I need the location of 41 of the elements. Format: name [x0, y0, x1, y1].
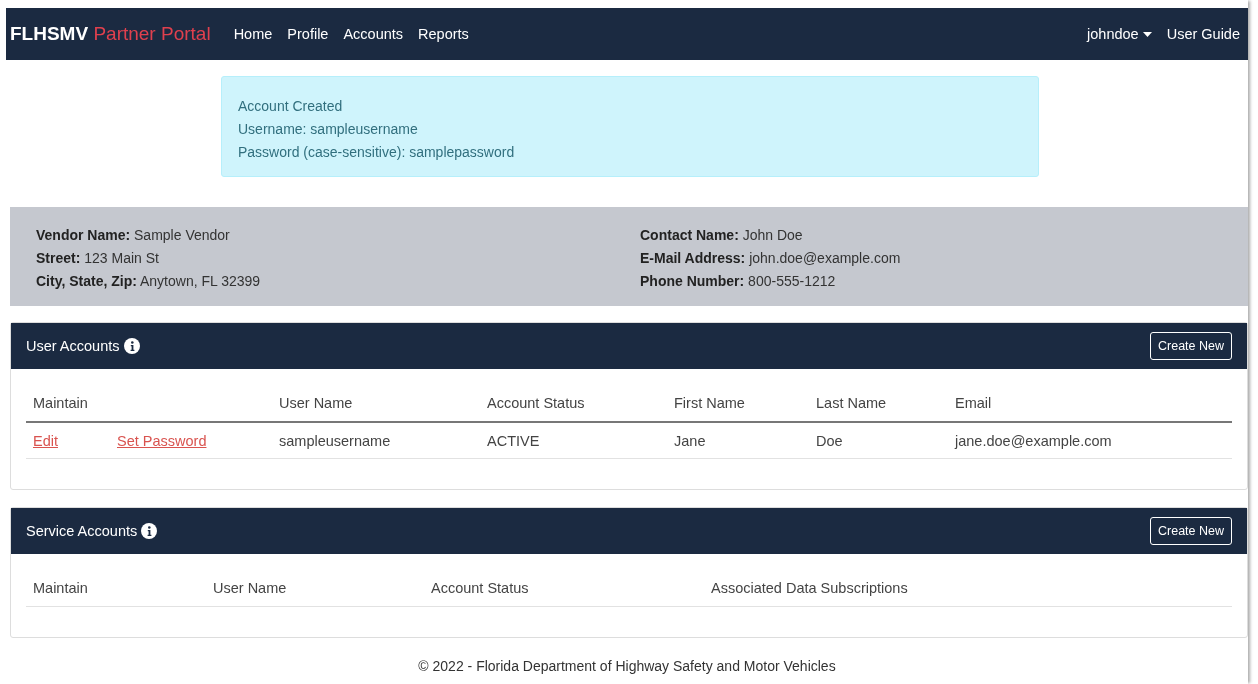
vendor-field: City, State, Zip: Anytown, FL 32399	[36, 270, 640, 293]
alert-text: Username: sampleusername	[238, 120, 419, 139]
vendor-field: Street: 123 Main St	[36, 247, 640, 270]
column-header: Maintain	[33, 395, 89, 411]
column-header: Last Name	[816, 395, 888, 411]
action-link[interactable]: Edit	[33, 433, 58, 449]
table-cell-text: Doe	[816, 433, 844, 449]
column-header: Email	[955, 395, 993, 411]
user-guide-link[interactable]: User Guide	[1166, 26, 1240, 42]
caret-icon	[1142, 31, 1152, 37]
table-cell-text: Jane	[674, 433, 707, 449]
nav-link[interactable]: Reports	[418, 26, 469, 42]
card-title: Service Accounts	[26, 523, 138, 539]
column-header: Account Status	[487, 395, 586, 411]
table-cell-text: jane.doe@example.com	[955, 433, 1113, 449]
card-title: User Accounts	[26, 338, 120, 354]
table-cell-text: sampleusername	[279, 433, 392, 449]
info-icon[interactable]	[141, 523, 158, 539]
column-header: User Name	[279, 395, 354, 411]
table-cell-text: ACTIVE	[487, 433, 541, 449]
nav-link[interactable]: Profile	[287, 26, 329, 42]
vendor-field: Vendor Name: Sample Vendor	[36, 224, 640, 247]
column-header: Associated Data Subscriptions	[711, 580, 909, 596]
user-menu[interactable]: johndoe	[1087, 26, 1152, 42]
column-header: First Name	[674, 395, 746, 411]
info-icon[interactable]	[123, 338, 140, 354]
column-header: User Name	[213, 580, 288, 596]
column-header: Account Status	[431, 580, 530, 596]
alert-text: Password (case-sensitive): samplepassword	[238, 143, 516, 162]
column-header: Maintain	[33, 580, 89, 596]
alert-text: Account Created	[238, 97, 344, 116]
create-new-button[interactable]: Create New	[1150, 517, 1232, 545]
nav-link[interactable]: Home	[233, 26, 273, 42]
vendor-field: E-Mail Address: john.doe@example.com	[640, 247, 1222, 270]
footer-text: © 2022 - Florida Department of Highway Safety and Motor Vehicles	[417, 658, 837, 674]
vendor-field: Phone Number: 800-555-1212	[640, 270, 1222, 293]
nav-link[interactable]: Accounts	[343, 26, 404, 42]
action-link[interactable]: Set Password	[117, 433, 207, 449]
create-new-button[interactable]: Create New	[1150, 332, 1232, 360]
brand-logo[interactable]: FLHSMV Partner Portal	[10, 23, 211, 45]
vendor-field: Contact Name: John Doe	[640, 224, 1222, 247]
